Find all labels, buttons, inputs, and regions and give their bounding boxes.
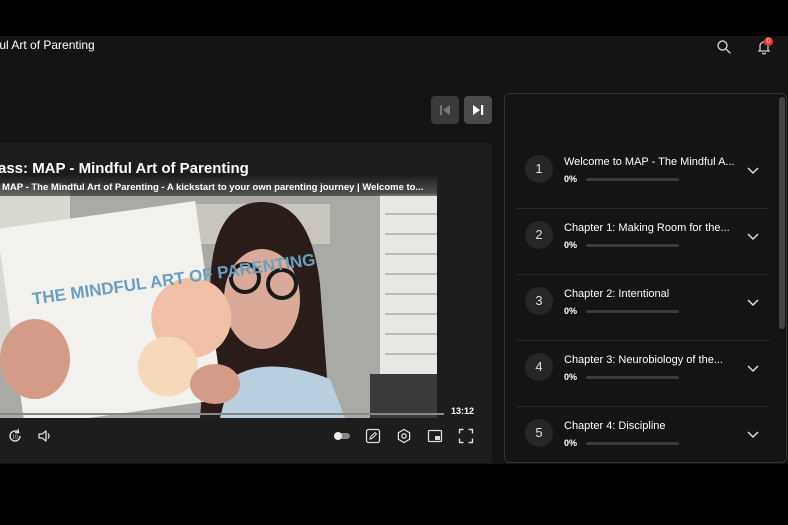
chapter-number: 4 <box>525 353 553 381</box>
skip-previous-icon <box>440 105 450 115</box>
chevron-down-icon[interactable] <box>746 427 760 441</box>
chapter-number: 1 <box>525 155 553 183</box>
volume-button[interactable] <box>37 428 53 444</box>
top-bar <box>0 36 788 56</box>
gear-icon <box>397 428 411 444</box>
chapter-progress-bar <box>586 244 679 247</box>
toggle-icon <box>334 432 350 440</box>
fullscreen-button[interactable] <box>458 428 474 444</box>
chapter-progress-bar <box>586 310 679 313</box>
video-frame[interactable]: THE MINDFUL ART OF PARENTING <box>0 174 437 418</box>
chevron-down-icon[interactable] <box>746 361 760 375</box>
chapter-item[interactable]: 4 Chapter 3: Neurobiology of the... 0% <box>517 341 769 407</box>
chapter-progress-text: 0% <box>564 372 578 382</box>
search-button[interactable] <box>716 39 732 55</box>
chapter-progress-bar <box>586 442 679 445</box>
chapter-item[interactable]: 3 Chapter 2: Intentional 0% <box>517 275 769 341</box>
chapters-scrollbar[interactable] <box>779 97 785 329</box>
chevron-down-icon[interactable] <box>746 163 760 177</box>
fullscreen-icon <box>458 428 474 444</box>
forward-10-button[interactable]: 10 <box>7 428 23 444</box>
chapter-item[interactable]: 1 Welcome to MAP - The Mindful A... 0% <box>517 143 769 209</box>
video-subtitle: MAP - The Mindful Art of Parenting - A k… <box>2 182 424 193</box>
chapter-progress-text: 0% <box>564 438 578 448</box>
notes-button[interactable] <box>365 428 381 444</box>
class-title: ass: MAP - Mindful Art of Parenting <box>0 160 249 177</box>
skip-next-icon <box>473 105 484 115</box>
chapter-progress-text: 0% <box>564 240 578 250</box>
chapter-progress-text: 0% <box>564 174 578 184</box>
autoplay-toggle[interactable] <box>333 428 350 444</box>
previous-video-button[interactable] <box>431 96 459 124</box>
next-video-button[interactable] <box>464 96 492 124</box>
forward-10-icon: 10 <box>9 428 21 442</box>
chapter-title: Chapter 2: Intentional <box>564 288 670 300</box>
video-duration: 13:12 <box>451 406 475 416</box>
chapter-number: 3 <box>525 287 553 315</box>
chapter-title: Chapter 3: Neurobiology of the... <box>564 354 723 366</box>
chapter-number: 5 <box>525 419 553 447</box>
edit-icon <box>365 428 381 444</box>
notification-badge: 0 <box>764 37 773 46</box>
chevron-down-icon[interactable] <box>746 295 760 309</box>
svg-text:10: 10 <box>12 435 18 441</box>
chevron-down-icon[interactable] <box>746 229 760 243</box>
video-timeline[interactable] <box>0 413 444 415</box>
search-icon <box>717 40 731 54</box>
volume-icon <box>38 430 50 442</box>
app-title: ful Art of Parenting <box>0 38 95 52</box>
chapter-title: Chapter 1: Making Room for the... <box>564 222 730 234</box>
chapter-title: Welcome to MAP - The Mindful A... <box>564 156 735 168</box>
chapter-item[interactable]: 2 Chapter 1: Making Room for the... 0% <box>517 209 769 275</box>
picture-in-picture-button[interactable] <box>427 428 443 444</box>
chapter-number: 2 <box>525 221 553 249</box>
chapter-title: Chapter 4: Discipline <box>564 420 666 432</box>
chapter-progress-text: 0% <box>564 306 578 316</box>
chapter-item[interactable]: 5 Chapter 4: Discipline 0% <box>517 407 769 463</box>
chapter-progress-bar <box>586 178 679 181</box>
video-thumbnail: THE MINDFUL ART OF PARENTING <box>0 174 437 418</box>
chapter-progress-bar <box>586 376 679 379</box>
settings-button[interactable] <box>396 428 412 444</box>
pip-icon <box>427 429 443 443</box>
